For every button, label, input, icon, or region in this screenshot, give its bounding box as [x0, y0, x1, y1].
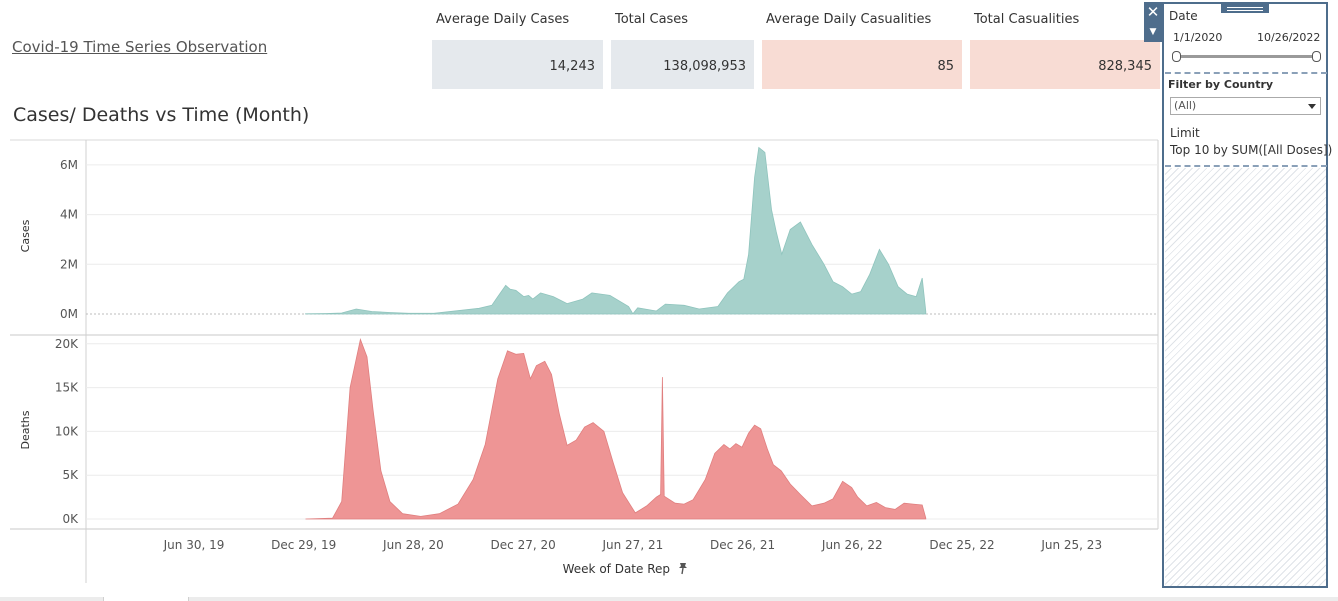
- kpi-label-total-casualities: Total Casualities: [974, 12, 1080, 27]
- pin-icon[interactable]: [679, 563, 687, 575]
- limit-value: Top 10 by SUM([All Doses]): [1170, 143, 1333, 157]
- x-tick-label: Jun 25, 23: [1040, 538, 1102, 552]
- date-filter-label: Date: [1169, 9, 1198, 23]
- kpi-value-text: 85: [937, 59, 954, 74]
- menu-caret-icon[interactable]: ▼: [1144, 22, 1162, 42]
- kpi-label-avg-daily-cases: Average Daily Cases: [436, 12, 570, 27]
- date-range-slider[interactable]: [1175, 55, 1318, 58]
- chart-areas: [305, 146, 927, 520]
- chart-grid: [86, 164, 1158, 520]
- dashboard-title-link[interactable]: Covid-19 Time Series Observation: [12, 38, 267, 56]
- y-tick-label: 4M: [60, 208, 78, 222]
- deaths-area: [305, 337, 927, 520]
- y-axis-label-deaths: Deaths: [19, 410, 32, 449]
- kpi-label-avg-daily-casualities: Average Daily Casualities: [766, 12, 932, 27]
- kpi-value-total-casualities: 828,345: [970, 40, 1160, 89]
- chart-title: Cases/ Deaths vs Time (Month): [13, 104, 310, 126]
- x-axis-label: Week of Date Rep: [563, 562, 670, 576]
- date-range-end: 10/26/2022: [1257, 31, 1321, 44]
- kpi-label-total-cases: Total Cases: [615, 12, 689, 27]
- y-axis-label-cases: Cases: [19, 219, 32, 252]
- x-tick-label: Dec 25, 22: [929, 538, 994, 552]
- y-tick-label: 2M: [60, 257, 78, 271]
- x-tick-label: Jun 27, 21: [601, 538, 663, 552]
- x-tick-label: Dec 29, 19: [271, 538, 336, 552]
- y-tick-label: 0K: [62, 512, 79, 526]
- y-axis-ticks: 0M 2M 4M 6M 0K 5K 10K 15K 20K: [55, 158, 79, 526]
- x-tick-label: Dec 26, 21: [710, 538, 775, 552]
- date-slider-end-handle[interactable]: [1312, 51, 1321, 62]
- y-tick-label: 20K: [55, 337, 79, 351]
- cases-area: [305, 146, 927, 315]
- limit-label: Limit: [1170, 126, 1200, 140]
- y-tick-label: 5K: [62, 468, 79, 482]
- country-filter-label: Filter by Country: [1168, 78, 1274, 91]
- date-range-start: 1/1/2020: [1173, 31, 1223, 44]
- country-select[interactable]: (All): [1170, 97, 1321, 115]
- kpi-value-text: 138,098,953: [663, 59, 746, 74]
- panel-divider: [1165, 165, 1327, 167]
- kpi-value-total-cases: 138,098,953: [611, 40, 754, 89]
- chevron-down-icon: [1308, 104, 1316, 109]
- panel-divider: [1165, 72, 1327, 74]
- kpi-value-avg-daily-casualities: 85: [762, 40, 962, 89]
- cases-deaths-chart[interactable]: 0M 2M 4M 6M 0K 5K 10K 15K 20K Jun 30, 19 Dec 29, …: [0, 135, 1160, 590]
- kpi-value-text: 828,345: [1098, 59, 1152, 74]
- y-tick-label: 10K: [55, 424, 79, 438]
- x-tick-label: Jun 30, 19: [163, 538, 225, 552]
- y-tick-label: 15K: [55, 381, 79, 395]
- x-tick-label: Jun 28, 20: [382, 538, 444, 552]
- close-icon[interactable]: ✕: [1144, 2, 1162, 22]
- empty-panel-area: [1165, 168, 1326, 586]
- y-tick-label: 6M: [60, 158, 78, 172]
- kpi-value-text: 14,243: [549, 59, 596, 74]
- y-tick-label: 0M: [60, 307, 78, 321]
- country-select-value: (All): [1174, 99, 1197, 112]
- date-slider-start-handle[interactable]: [1172, 51, 1181, 62]
- kpi-value-avg-daily-cases: 14,243: [432, 40, 603, 89]
- panel-drag-handle[interactable]: [1221, 3, 1269, 13]
- x-tick-label: Jun 26, 22: [821, 538, 883, 552]
- sheet-tab-bar: [0, 597, 1338, 601]
- x-tick-label: Dec 27, 20: [491, 538, 556, 552]
- sheet-tab[interactable]: [103, 597, 189, 601]
- x-axis-ticks: Jun 30, 19 Dec 29, 19 Jun 28, 20 Dec 27, 20…: [163, 538, 1102, 552]
